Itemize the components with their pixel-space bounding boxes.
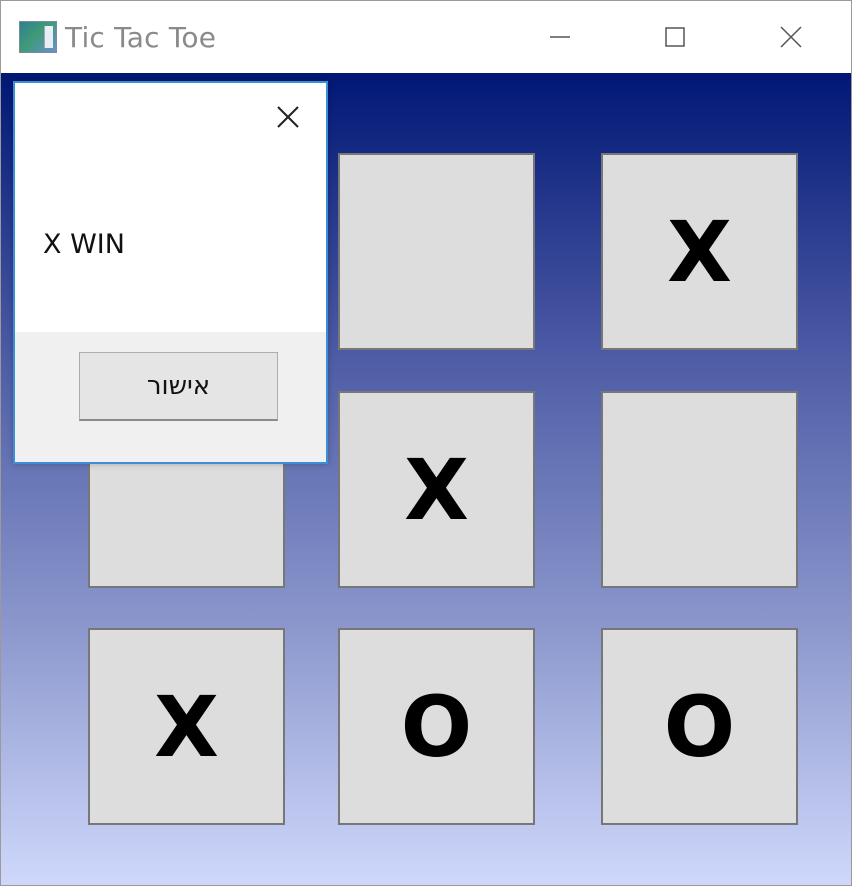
minimize-icon [550,36,570,38]
message-dialog: X WIN אישור [13,81,328,464]
dialog-message: X WIN [43,229,125,260]
window-title: Tic Tac Toe [65,21,217,54]
board-cell-9[interactable]: O [601,628,798,825]
app-icon [19,21,57,53]
board-cell-5[interactable]: X [338,391,535,588]
board-cell-6[interactable] [601,391,798,588]
maximize-icon [665,27,685,47]
close-button[interactable] [761,15,821,59]
close-icon [277,106,299,128]
dialog-close-button[interactable] [274,103,302,131]
title-bar[interactable]: Tic Tac Toe [1,1,851,73]
board-cell-8[interactable]: O [338,628,535,825]
board-cell-7[interactable]: X [88,628,285,825]
dialog-footer: אישור [15,332,326,462]
board-cell-3[interactable]: X [601,153,798,350]
board-cell-2[interactable] [338,153,535,350]
ok-button[interactable]: אישור [79,352,278,421]
app-window: Tic Tac Toe X X X O O X WIN אישור [0,0,852,886]
minimize-button[interactable] [530,15,590,59]
close-icon [780,26,802,48]
maximize-button[interactable] [645,15,705,59]
